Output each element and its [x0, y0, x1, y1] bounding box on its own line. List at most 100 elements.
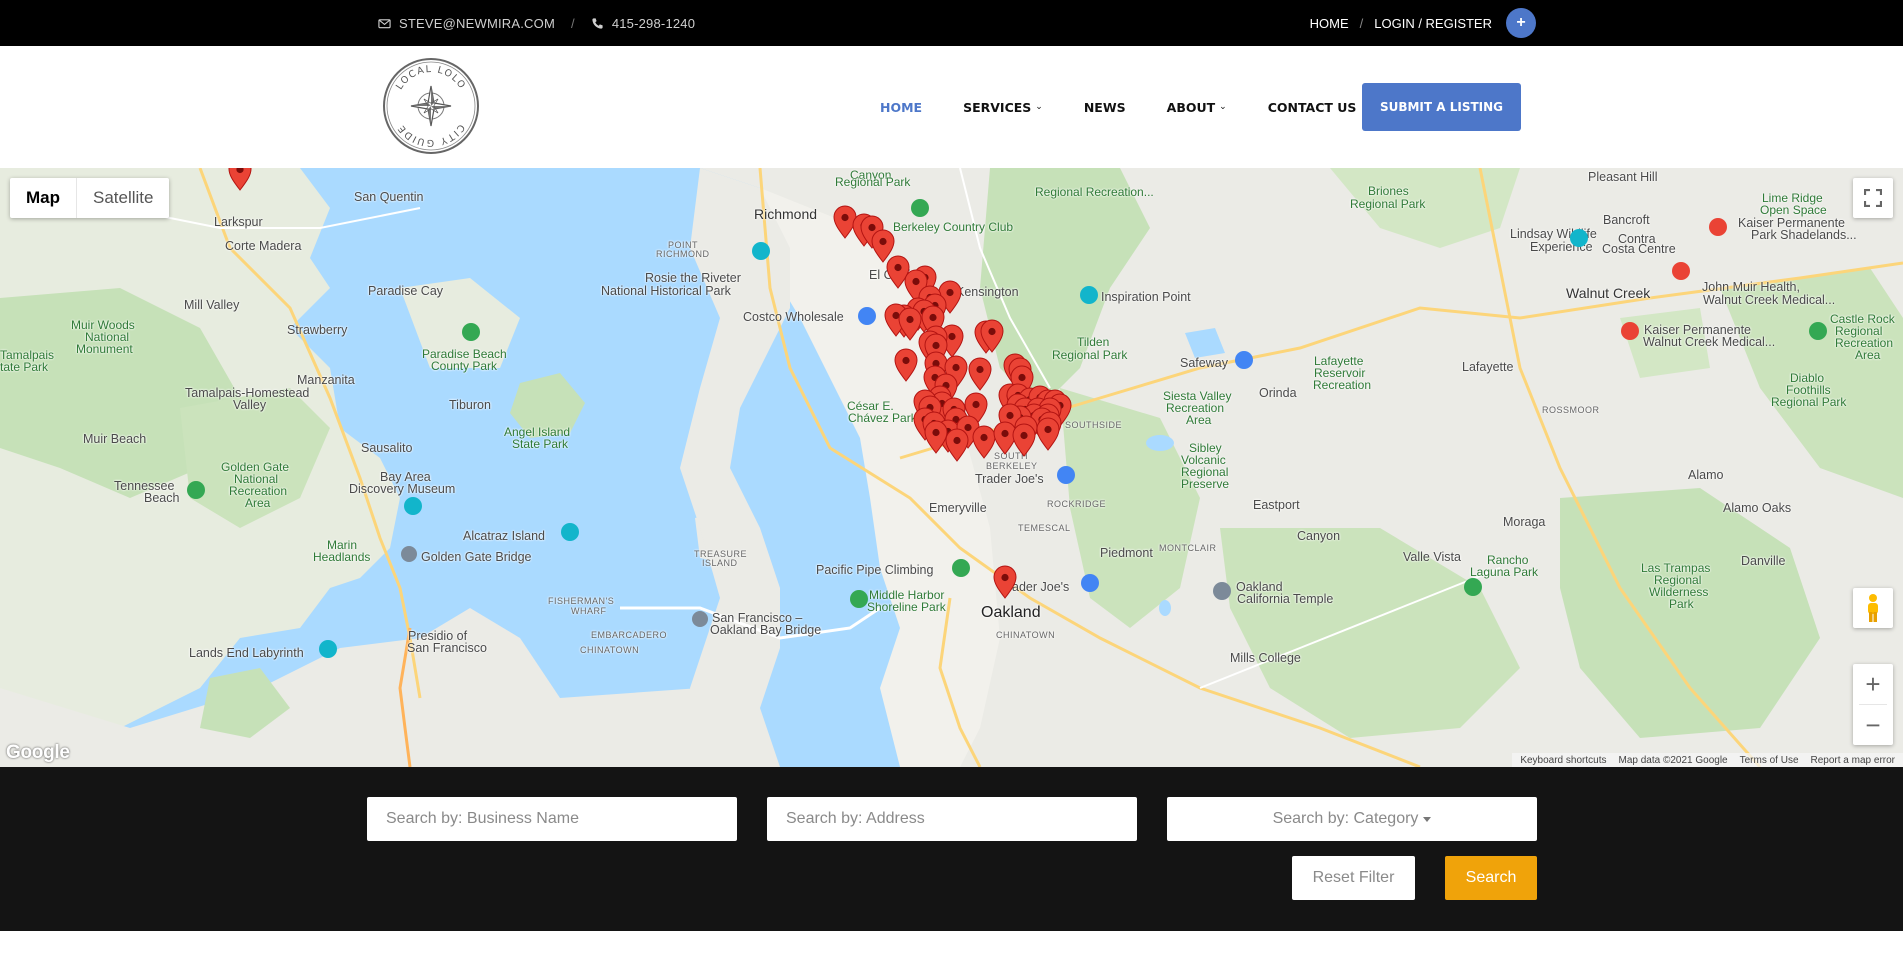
map-label: Beach: [144, 491, 180, 505]
street-view-button[interactable]: [1853, 588, 1893, 628]
map-label: Oakland Bay Bridge: [710, 623, 822, 637]
nav-about[interactable]: ABOUT ⌄: [1167, 100, 1227, 115]
business-name-input[interactable]: Search by: Business Name: [367, 797, 737, 841]
map-type-control: Map Satellite: [10, 178, 170, 218]
map-label: Walnut Creek: [1566, 285, 1651, 301]
map-label: Richmond: [754, 206, 818, 222]
map-label: MONTCLAIR: [1159, 543, 1217, 553]
map-type-map-button[interactable]: Map: [10, 178, 77, 218]
phone-link[interactable]: 415-298-1240: [591, 16, 695, 31]
map-label: Pacific Pipe Climbing: [816, 563, 934, 577]
map-label: Oakland: [981, 604, 1041, 621]
zoom-in-button[interactable]: +: [1853, 664, 1893, 704]
map-label: Tiburon: [449, 398, 491, 412]
map-label: Eastport: [1253, 498, 1300, 512]
map-label: Orinda: [1259, 386, 1297, 400]
map-label: Strawberry: [287, 323, 348, 337]
envelope-icon: [378, 17, 391, 30]
fullscreen-icon: [1864, 189, 1882, 207]
reset-filter-button[interactable]: Reset Filter: [1292, 856, 1415, 900]
keyboard-shortcuts-link[interactable]: Keyboard shortcuts: [1520, 755, 1606, 766]
map-label: Laguna Park: [1470, 565, 1539, 579]
account-links: HOME / LOGIN / REGISTER +: [1310, 0, 1536, 46]
map-label: EMBARCADERO: [591, 630, 668, 640]
map-label: Costco Wholesale: [743, 310, 844, 324]
map-label: Park Shadelands...: [1751, 228, 1857, 242]
nav-home[interactable]: HOME: [880, 100, 922, 115]
map-label: National Historical Park: [601, 284, 731, 298]
map-label: Sausalito: [361, 441, 413, 455]
login-register-link[interactable]: LOGIN / REGISTER: [1374, 16, 1492, 31]
nav-services[interactable]: SERVICES ⌄: [963, 100, 1043, 115]
map-label: Mill Valley: [184, 298, 240, 312]
nav-label: NEWS: [1083, 99, 1126, 115]
map-label: Manzanita: [297, 373, 355, 387]
phone-text: 415-298-1240: [611, 15, 696, 31]
chevron-down-icon: ⌄: [1035, 102, 1043, 112]
map-label: CHINATOWN: [996, 630, 1056, 640]
map-label: ISLAND: [702, 558, 738, 568]
home-link[interactable]: HOME: [1310, 16, 1349, 31]
email-link[interactable]: STEVE@NEWMIRA.COM: [378, 16, 555, 31]
map-label: TEMESCAL: [1018, 523, 1071, 533]
map-label: Chávez Park: [848, 411, 917, 425]
map-label: County Park: [431, 359, 498, 373]
listings-map[interactable]: Canyon Regional Park Regional Recreation…: [0, 168, 1903, 767]
map-label: Rosie the Riveter: [645, 271, 741, 285]
map-label: Kensington: [956, 285, 1019, 299]
submit-listing-button[interactable]: SUBMIT A LISTING: [1362, 83, 1521, 131]
map-label: SOUTHSIDE: [1065, 420, 1123, 430]
fullscreen-button[interactable]: [1853, 178, 1893, 218]
map-label: Alamo Oaks: [1723, 501, 1792, 515]
map-label: Park: [1669, 597, 1694, 611]
map-type-satellite-button[interactable]: Satellite: [77, 178, 169, 218]
nav-news[interactable]: NEWS: [1084, 100, 1126, 115]
map-label: Piedmont: [1100, 546, 1153, 560]
top-bar: STEVE@NEWMIRA.COM / 415-298-1240 HOME / …: [0, 0, 1903, 46]
address-input[interactable]: Search by: Address: [767, 797, 1137, 841]
add-listing-button[interactable]: +: [1506, 8, 1536, 38]
zoom-out-button[interactable]: −: [1853, 705, 1893, 745]
google-logo[interactable]: Google: [6, 742, 70, 764]
map-label: State Park: [512, 437, 569, 451]
map-label: Monument: [76, 342, 133, 356]
map-label: Alcatraz Island: [463, 529, 545, 543]
map-label: Trader Joe's: [975, 472, 1044, 486]
map-label: Area: [1186, 413, 1212, 427]
map-label: Pleasant Hill: [1588, 170, 1658, 184]
map-label: BERKELEY: [986, 461, 1038, 471]
email-text: STEVE@NEWMIRA.COM: [399, 15, 555, 31]
map-label: ROCKRIDGE: [1047, 499, 1107, 509]
map-label: Experience: [1530, 240, 1593, 254]
category-select[interactable]: Search by: Category: [1167, 797, 1537, 841]
zoom-control: + −: [1853, 664, 1893, 745]
search-panel: Search by: Business Name Search by: Addr…: [0, 767, 1903, 931]
site-header: LOCAL LOLO CITY GUIDE HOME SERVICES ⌄ NEW…: [0, 46, 1903, 168]
map-label: Safeway: [1180, 356, 1228, 370]
map-label: Paradise Cay: [368, 284, 444, 298]
nav-label: ABOUT: [1166, 99, 1216, 115]
site-logo[interactable]: LOCAL LOLO CITY GUIDE: [381, 56, 481, 156]
map-label: Regional Park: [1350, 197, 1426, 211]
map-label: Recreation: [1313, 378, 1372, 392]
map-label: Walnut Creek Medical...: [1643, 335, 1776, 349]
search-button[interactable]: Search: [1445, 856, 1537, 900]
compass-logo-icon: LOCAL LOLO CITY GUIDE: [383, 58, 479, 154]
caret-down-icon: [1423, 816, 1432, 822]
map-label: John Muir Health,: [1702, 280, 1800, 294]
map-label: Preserve: [1181, 477, 1230, 491]
map-label: Moraga: [1503, 515, 1546, 529]
report-error-link[interactable]: Report a map error: [1811, 755, 1895, 766]
map-label: Area: [245, 496, 271, 510]
map-label: tate Park: [0, 360, 49, 374]
map-label: Emeryville: [929, 501, 987, 515]
map-label: CHINATOWN: [580, 645, 640, 655]
map-label: Mills College: [1230, 651, 1301, 665]
terms-link[interactable]: Terms of Use: [1740, 755, 1799, 766]
map-label: ader Joe's: [1012, 580, 1070, 594]
map-label: Briones: [1368, 184, 1409, 198]
nav-contact[interactable]: CONTACT US: [1268, 100, 1357, 115]
map-label: Shoreline Park: [867, 600, 946, 614]
map-label: Regional Park: [835, 175, 911, 189]
map-label: Open Space: [1760, 203, 1827, 217]
